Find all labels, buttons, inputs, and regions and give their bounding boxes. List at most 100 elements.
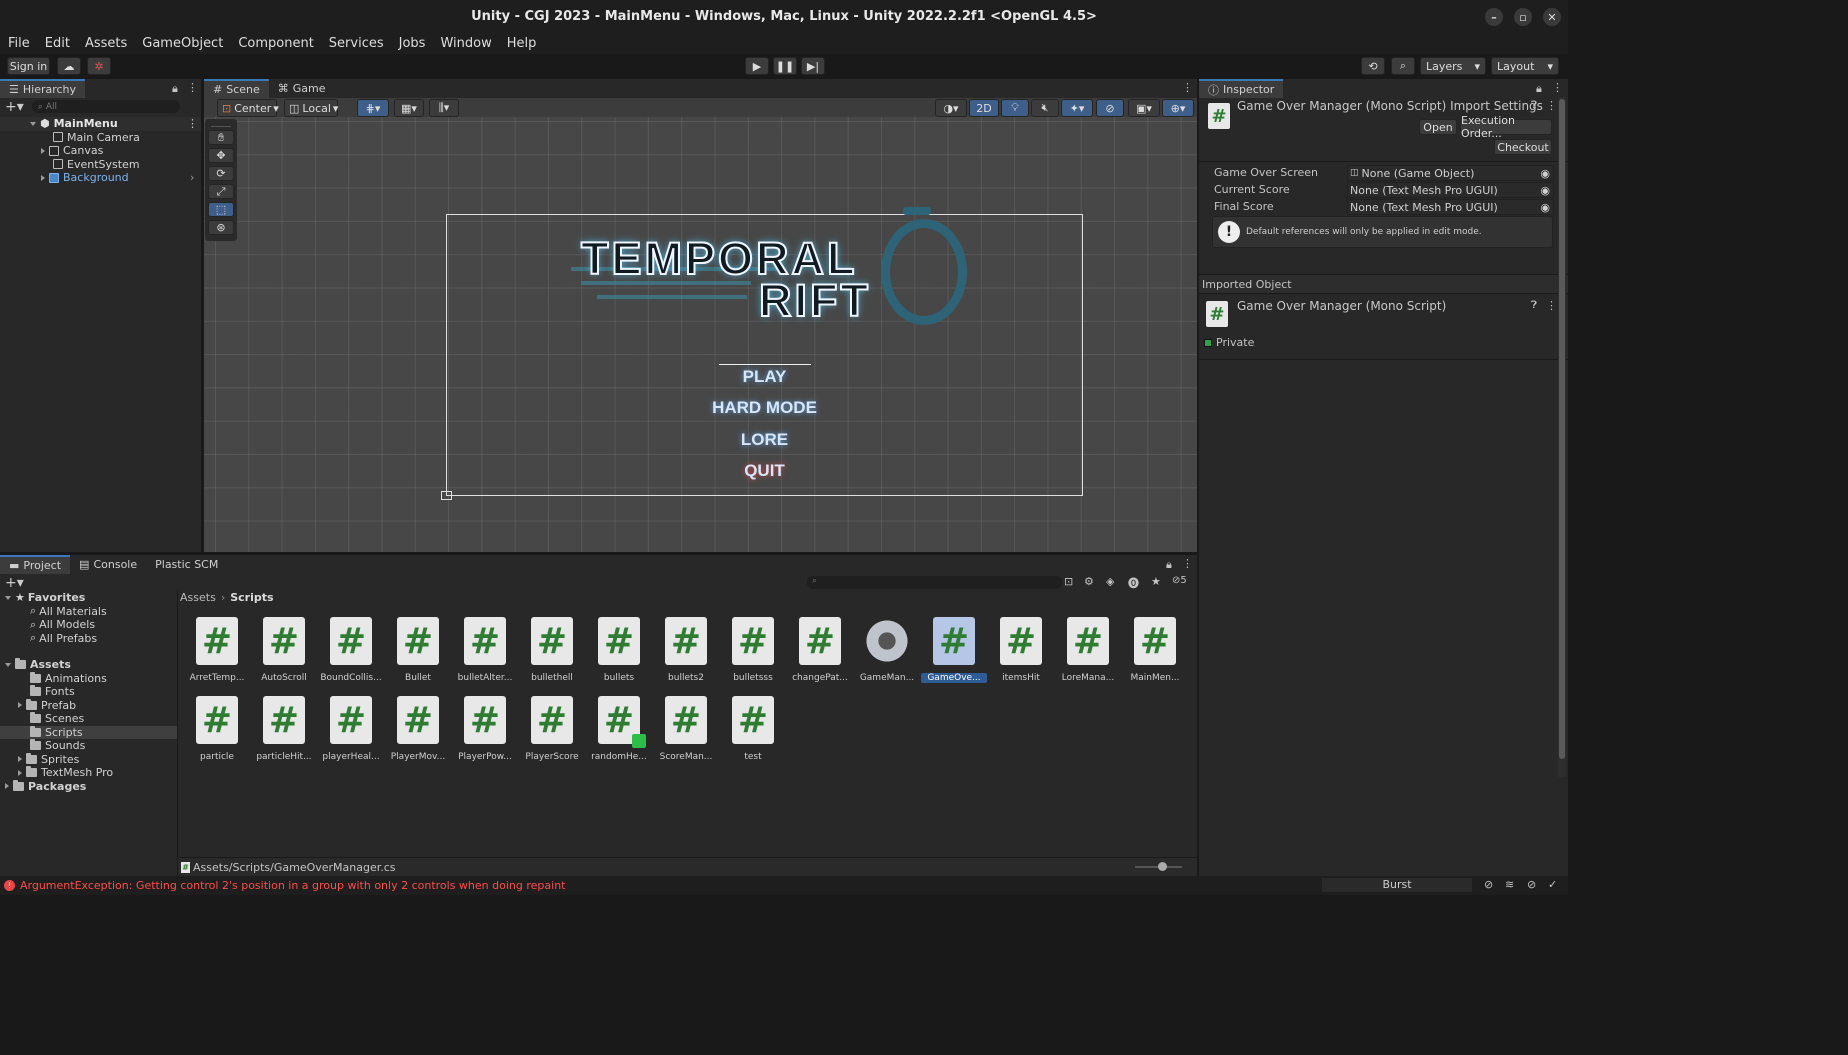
scene-row[interactable]: ⬢ MainMenu ⋮ [0,117,201,131]
asset-item[interactable]: # particle [184,696,250,762]
packages-header[interactable]: Packages [0,779,177,794]
asset-item[interactable]: # bullets [586,617,652,683]
final-score-field[interactable]: None (Text Mesh Pro UGUI) ◉ [1347,199,1554,215]
asset-item[interactable]: # ScoreMan... [653,696,719,762]
more-menu-icon[interactable]: ⋮ [187,81,198,94]
asset-item[interactable]: # PlayerMov... [385,696,451,762]
asset-item[interactable]: # PlayerScore [519,696,585,762]
lore-menu-item[interactable]: LORE [447,430,1082,450]
close-button[interactable]: ✕ [1543,8,1561,26]
debug-off-icon[interactable]: ⊘ [1484,878,1493,891]
scrollbar[interactable] [1558,97,1566,777]
space-dropdown[interactable]: ◫ Local ▾ [284,99,338,117]
asset-item[interactable]: # MainMen... [1122,617,1188,683]
asset-item[interactable]: # particleHit... [251,696,317,762]
lock-icon[interactable]: 🔒︎ [1536,82,1542,96]
object-picker-icon[interactable]: ◉ [1540,184,1550,197]
asset-item[interactable]: # bullethell [519,617,585,683]
hierarchy-item[interactable]: Background › [0,171,201,185]
expand-icon[interactable] [18,769,22,776]
transform-tool-icon[interactable]: ⊛ [208,220,234,235]
folder-item[interactable]: Sounds [0,739,177,753]
quit-menu-item[interactable]: QUIT [447,461,1082,481]
chevron-right-icon[interactable]: › [190,171,194,184]
asset-item[interactable]: GameMan... [854,617,920,683]
expand-icon[interactable] [30,121,36,126]
menu-file[interactable]: File [0,36,37,51]
minimize-button[interactable]: – [1485,8,1503,26]
execution-order-button[interactable]: Execution Order... [1460,114,1552,140]
menu-services[interactable]: Services [321,36,391,51]
asset-item[interactable]: # Bullet [385,617,451,683]
breadcrumb-item[interactable]: Assets [180,591,216,604]
expand-icon[interactable] [5,783,9,790]
zoom-slider[interactable] [1135,862,1182,871]
tab-scene[interactable]: # Scene [204,79,269,98]
hierarchy-item[interactable]: EventSystem [0,158,201,172]
filter-type-icon[interactable]: ⚙︎ [1084,575,1094,588]
play-button[interactable]: ▶ [745,57,769,75]
layers-dropdown[interactable]: Layers ▾ [1420,57,1486,75]
pause-button[interactable]: ❚❚ [773,57,797,75]
label-icon[interactable]: ◈ [1106,575,1114,588]
more-menu-icon[interactable]: ⋮ [1546,299,1557,312]
camera-icon[interactable]: ▣▾ [1128,99,1160,117]
asset-item[interactable]: # itemsHit [988,617,1054,683]
asset-item[interactable]: # changePat... [787,617,853,683]
grid-snap-button[interactable]: ⋕▾ [357,99,389,117]
menu-component[interactable]: Component [230,36,320,51]
expand-icon[interactable] [5,595,11,600]
step-button[interactable]: ▶| [801,57,825,75]
collab-icon[interactable]: ✲ [87,57,111,75]
folder-item[interactable]: Prefab [0,698,177,713]
scrollbar[interactable] [1186,591,1194,819]
increment-snap-button[interactable]: ⫼▾ [429,99,459,117]
menu-jobs[interactable]: Jobs [391,36,433,51]
favorite-item[interactable]: ⌕ All Prefabs [0,631,177,646]
current-score-field[interactable]: None (Text Mesh Pro UGUI) ◉ [1347,182,1554,198]
folder-item[interactable]: Sprites [0,752,177,767]
rect-tool-icon[interactable]: ⬚ [208,202,234,217]
layout-dropdown[interactable]: Layout ▾ [1491,57,1559,75]
expand-icon[interactable] [18,756,22,763]
asset-item[interactable]: # bulletsss [720,617,786,683]
favorite-item[interactable]: ⌕ All Materials [0,604,177,619]
more-menu-icon[interactable]: ⋮ [1552,81,1563,94]
pivot-dropdown[interactable]: ⊡ Center ▾ [217,99,279,117]
help-icon[interactable]: ❓︎ [1531,100,1537,111]
move-tool-icon[interactable]: ✥ [208,148,234,163]
gizmos-icon[interactable]: ⊕▾ [1162,99,1194,117]
hand-tool-icon[interactable]: ✋︎ [208,130,234,145]
effects-icon[interactable]: ✦▾ [1061,99,1093,117]
folder-item-selected[interactable]: Scripts [0,725,177,739]
object-picker-icon[interactable]: ◉ [1540,167,1550,180]
help-icon[interactable]: ❓︎ [1531,300,1537,311]
hierarchy-item[interactable]: Canvas [0,144,201,158]
tab-hierarchy[interactable]: ☰ Hierarchy [0,79,86,98]
asset-item[interactable]: # LoreMana... [1055,617,1121,683]
menu-window[interactable]: Window [432,36,498,51]
asset-item[interactable]: # bullets2 [653,617,719,683]
asset-item[interactable]: # GameOve... [921,617,987,683]
expand-icon[interactable] [41,147,45,154]
folder-item[interactable]: TextMesh Pro [0,766,177,780]
folder-item[interactable]: Animations [0,671,177,686]
expand-icon[interactable] [5,662,11,667]
open-button[interactable]: Open [1419,119,1457,135]
tab-project[interactable]: ▬ Project [0,555,71,574]
layers-stack-icon[interactable]: ≋ [1505,878,1514,891]
add-icon[interactable]: +▾ [5,99,24,115]
history-icon[interactable]: ⟲ [1361,57,1385,75]
more-menu-icon[interactable]: ⋮ [187,117,198,130]
hierarchy-search-input[interactable]: ⌕ All [31,100,180,113]
cache-off-icon[interactable]: ⊘ [1527,878,1536,891]
lock-icon[interactable]: 🔒︎ [1166,558,1172,572]
tab-inspector[interactable]: ⓘ Inspector [1199,79,1284,98]
menu-assets[interactable]: Assets [77,36,134,51]
object-picker-icon[interactable]: ◉ [1540,201,1550,214]
menu-help[interactable]: Help [499,36,544,51]
menu-edit[interactable]: Edit [37,36,77,51]
more-menu-icon[interactable]: ⋮ [1546,99,1557,112]
asset-item[interactable]: # playerHeal... [318,696,384,762]
tab-console[interactable]: ▤ Console [70,555,146,574]
